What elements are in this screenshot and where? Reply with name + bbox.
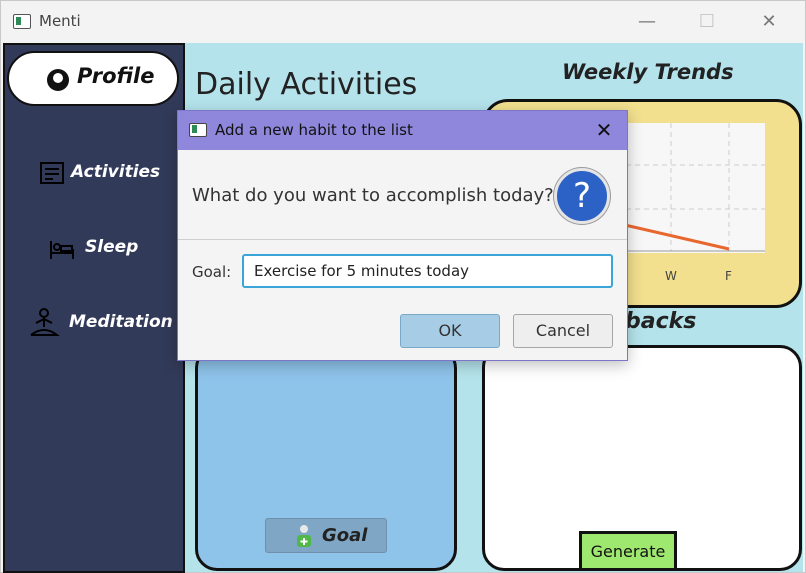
sidebar-item-activities[interactable]: Activities <box>21 157 171 193</box>
title-bar[interactable]: Menti — ☐ ✕ <box>1 1 805 43</box>
maximize-button[interactable]: ☐ <box>685 7 729 37</box>
sleep-icon <box>50 241 74 259</box>
x-tick-label: W <box>665 269 677 283</box>
x-tick-label: F <box>725 269 732 283</box>
close-window-button[interactable]: ✕ <box>747 7 791 37</box>
generate-button[interactable]: Generate <box>579 531 677 571</box>
dialog-title: Add a new habit to the list <box>215 121 413 139</box>
weekly-trends-title: Weekly Trends <box>562 60 734 84</box>
goal-input[interactable] <box>242 254 613 288</box>
sidebar-item-sleep[interactable]: Sleep <box>21 232 171 268</box>
profile-icon <box>47 69 69 91</box>
meditation-icon <box>30 308 60 336</box>
add-person-icon <box>297 525 311 547</box>
dialog-header: What do you want to accomplish today? ? <box>178 150 627 240</box>
activities-icon <box>40 162 64 184</box>
dialog-title-bar[interactable]: Add a new habit to the list ✕ <box>178 111 627 150</box>
app-title: Menti <box>39 12 81 30</box>
question-icon: ? <box>554 168 610 224</box>
sidebar-item-meditation[interactable]: Meditation <box>21 307 173 343</box>
sidebar-item-label: Activities <box>71 162 161 182</box>
app-icon <box>13 14 31 29</box>
ok-button[interactable]: OK <box>400 314 500 348</box>
sidebar-item-label: Sleep <box>85 237 139 257</box>
profile-button[interactable]: Profile <box>7 51 179 106</box>
page-title: Daily Activities <box>195 67 418 102</box>
minimize-button[interactable]: — <box>625 7 669 37</box>
dialog-question: What do you want to accomplish today? <box>192 185 554 206</box>
sidebar-item-label: Meditation <box>69 312 173 332</box>
profile-label: Profile <box>77 64 155 88</box>
add-habit-dialog: Add a new habit to the list ✕ What do yo… <box>177 110 628 361</box>
feedbacks-title: backs <box>625 309 697 334</box>
goal-field-label: Goal: <box>192 263 232 281</box>
add-goal-button[interactable]: Goal <box>265 518 387 553</box>
cancel-button[interactable]: Cancel <box>513 314 613 348</box>
goal-button-label: Goal <box>322 525 368 546</box>
app-window: Menti — ☐ ✕ Profile Activities Sleep Med… <box>0 0 806 573</box>
dialog-close-button[interactable]: ✕ <box>591 117 617 143</box>
dialog-app-icon <box>189 123 207 137</box>
